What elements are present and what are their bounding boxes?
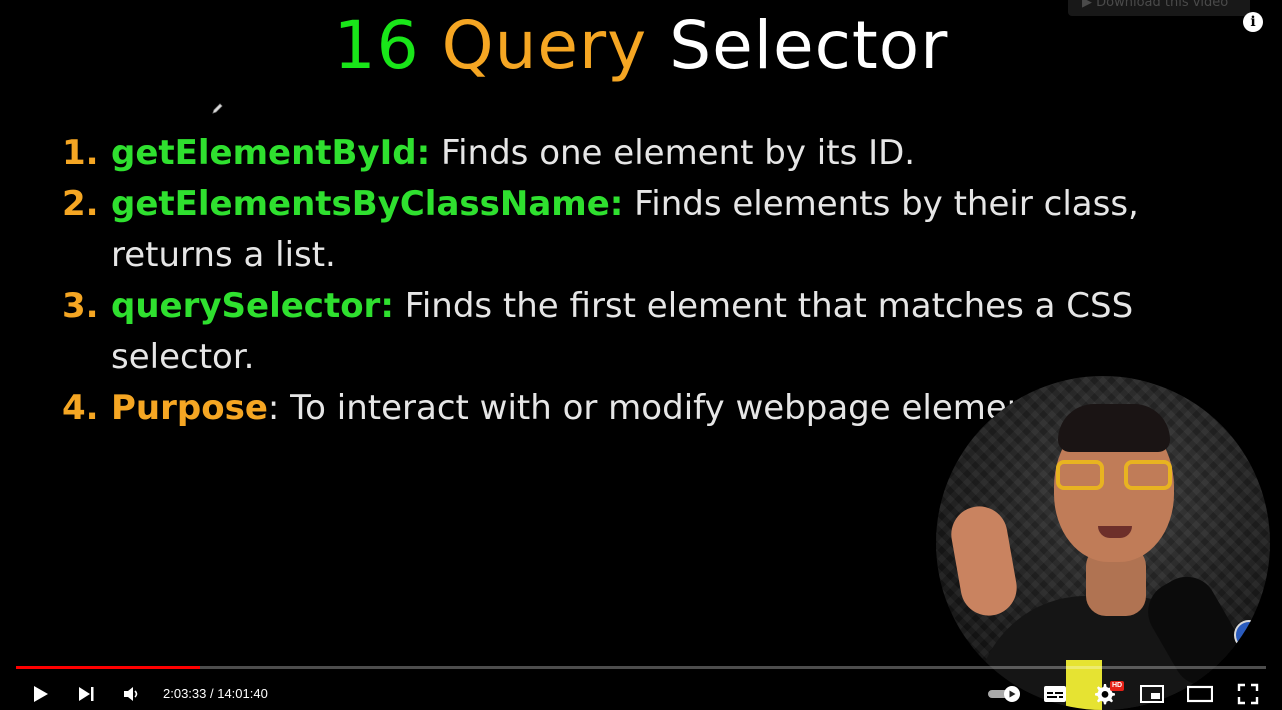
list-keyword: getElementsByClassName bbox=[111, 184, 610, 224]
title-number: 16 bbox=[333, 7, 420, 84]
slide-title: 16 Query Selector bbox=[0, 6, 1282, 86]
fullscreen-icon[interactable] bbox=[1237, 683, 1259, 705]
play-icon[interactable] bbox=[30, 684, 50, 704]
theater-mode-icon[interactable] bbox=[1187, 684, 1213, 704]
list-text: Finds one element by its ID. bbox=[430, 133, 916, 173]
list-item: 3. querySelector: Finds the first element… bbox=[62, 286, 1134, 377]
download-video-button[interactable]: ▶ Download this video bbox=[1068, 0, 1250, 16]
video-player[interactable]: 16 Query Selector 1. getElementById: Find… bbox=[0, 0, 1282, 710]
hd-badge: HD bbox=[1110, 681, 1125, 691]
subtitles-icon[interactable] bbox=[1043, 684, 1067, 704]
progress-bar[interactable] bbox=[16, 666, 1266, 669]
presenter-glasses bbox=[1056, 460, 1172, 490]
list-item: 1. getElementById: Finds one element by i… bbox=[62, 133, 916, 173]
presenter-hair bbox=[1058, 404, 1170, 452]
channel-logo bbox=[1234, 620, 1264, 650]
next-icon[interactable] bbox=[76, 684, 96, 704]
miniplayer-icon[interactable] bbox=[1140, 684, 1164, 704]
list-keyword: Purpose bbox=[111, 388, 268, 428]
info-icon[interactable]: i bbox=[1243, 12, 1263, 32]
autoplay-toggle-icon[interactable] bbox=[988, 686, 1024, 702]
volume-icon[interactable] bbox=[122, 684, 142, 704]
list-keyword: querySelector bbox=[111, 286, 381, 326]
title-query: Query bbox=[441, 7, 648, 84]
pen-cursor-icon bbox=[212, 103, 223, 114]
time-display: 2:03:33 / 14:01:40 bbox=[163, 686, 268, 701]
title-selector: Selector bbox=[669, 7, 949, 84]
presenter-webcam bbox=[936, 376, 1270, 710]
list-keyword: getElementById bbox=[111, 133, 417, 173]
progress-fill bbox=[16, 666, 200, 669]
list-item: 2. getElementsByClassName: Finds elements… bbox=[62, 184, 1139, 275]
